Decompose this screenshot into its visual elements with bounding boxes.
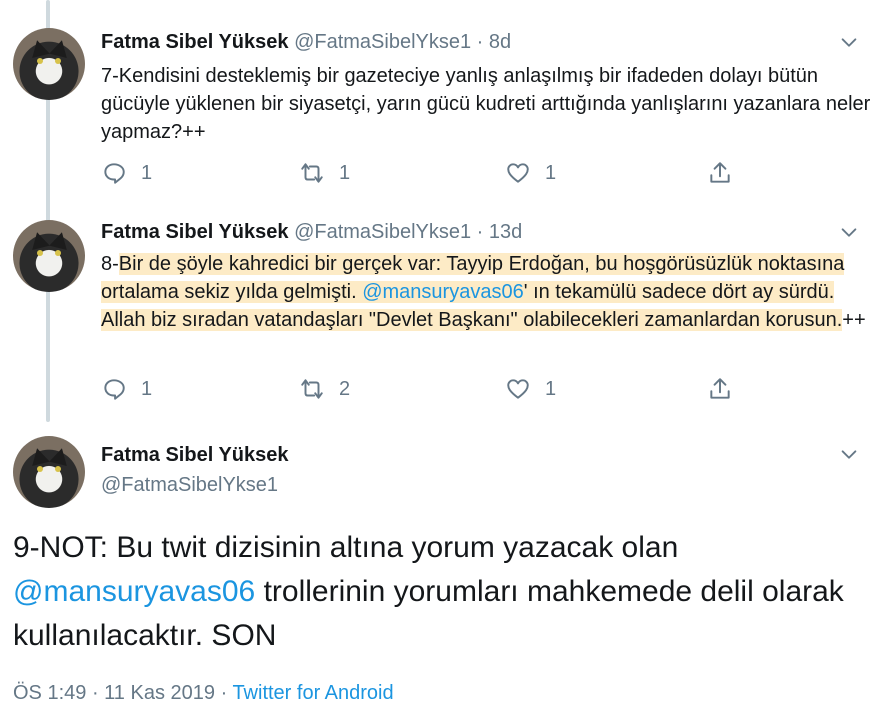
avatar[interactable] — [13, 436, 85, 508]
share-icon — [710, 378, 730, 399]
tweet-date[interactable]: 11 Kas 2019 — [104, 682, 215, 704]
like-count: 1 — [545, 161, 557, 184]
tweet-meta: ÖS 1:49 · 11 Kas 2019 · Twitter for Andr… — [13, 682, 394, 704]
tweet-text-part: 9-NOT: Bu twit dizisinin altına yorum ya… — [13, 531, 679, 564]
share-button[interactable] — [707, 374, 733, 404]
tweet-text: 7-Kendisini desteklemiş bir gazeteciye y… — [101, 65, 871, 143]
author-name[interactable]: Fatma Sibel Yüksek — [101, 31, 289, 53]
like-button[interactable]: 1 — [505, 374, 556, 404]
thread-tweet[interactable]: Fatma Sibel Yüksek @FatmaSibelYkse1 · 8d… — [0, 0, 880, 200]
like-button[interactable]: 1 — [505, 158, 556, 188]
tweet-header: Fatma Sibel Yüksek @FatmaSibelYkse1 · 13… — [101, 221, 523, 243]
retweet-button[interactable]: 2 — [299, 374, 350, 404]
author-handle[interactable]: @FatmaSibelYkse1 — [294, 31, 471, 53]
share-button[interactable] — [707, 158, 733, 188]
author-handle[interactable]: @FatmaSibelYkse1 — [101, 474, 278, 497]
retweet-icon — [301, 163, 323, 183]
mention-link[interactable]: @mansuryavas06 — [13, 575, 255, 608]
tweet-text-prefix: 8- — [101, 253, 119, 275]
main-tweet: Fatma Sibel Yüksek @FatmaSibelYkse1 9-NO… — [0, 422, 880, 714]
heart-icon — [507, 379, 529, 399]
tweet-source[interactable]: Twitter for Android — [232, 682, 393, 704]
retweet-count: 1 — [339, 161, 351, 184]
tweet-text: 8-Bir de şöyle kahredici bir gerçek var:… — [101, 250, 871, 334]
reply-button[interactable]: 1 — [101, 158, 152, 188]
tweet-time[interactable]: ÖS 1:49 — [13, 682, 86, 704]
reply-icon — [104, 163, 125, 184]
tweet-age[interactable]: 8d — [489, 31, 511, 53]
reply-count: 1 — [141, 377, 153, 400]
retweet-icon — [301, 379, 323, 399]
retweet-button[interactable]: 1 — [299, 158, 350, 188]
author-name[interactable]: Fatma Sibel Yüksek — [101, 221, 289, 243]
like-count: 1 — [545, 377, 557, 400]
thread-tweet[interactable]: Fatma Sibel Yüksek @FatmaSibelYkse1 · 13… — [0, 200, 880, 422]
chevron-down-icon[interactable] — [838, 222, 860, 244]
share-icon — [710, 162, 730, 183]
avatar[interactable] — [13, 28, 85, 100]
heart-icon — [507, 163, 529, 183]
author-name[interactable]: Fatma Sibel Yüksek — [101, 444, 289, 467]
tweet-actions: 1 1 1 — [101, 158, 761, 188]
highlighted-text: Bir de şöyle kahredici bir gerçek var: T… — [101, 253, 845, 331]
reply-button[interactable]: 1 — [101, 374, 152, 404]
reply-icon — [104, 379, 125, 400]
reply-count: 1 — [141, 161, 153, 184]
mention-link[interactable]: @mansuryavas06 — [362, 281, 523, 303]
author-handle[interactable]: @FatmaSibelYkse1 — [294, 221, 471, 243]
tweet-actions: 1 2 1 — [101, 374, 761, 404]
tweet-text: 9-NOT: Bu twit dizisinin altına yorum ya… — [13, 526, 873, 658]
avatar[interactable] — [13, 220, 85, 292]
retweet-count: 2 — [339, 377, 351, 400]
tweet-age[interactable]: 13d — [489, 221, 522, 243]
tweet-header: Fatma Sibel Yüksek @FatmaSibelYkse1 · 8d — [101, 31, 512, 53]
tweet-text-suffix: ++ — [842, 309, 866, 331]
chevron-down-icon[interactable] — [838, 444, 860, 466]
chevron-down-icon[interactable] — [838, 32, 860, 54]
